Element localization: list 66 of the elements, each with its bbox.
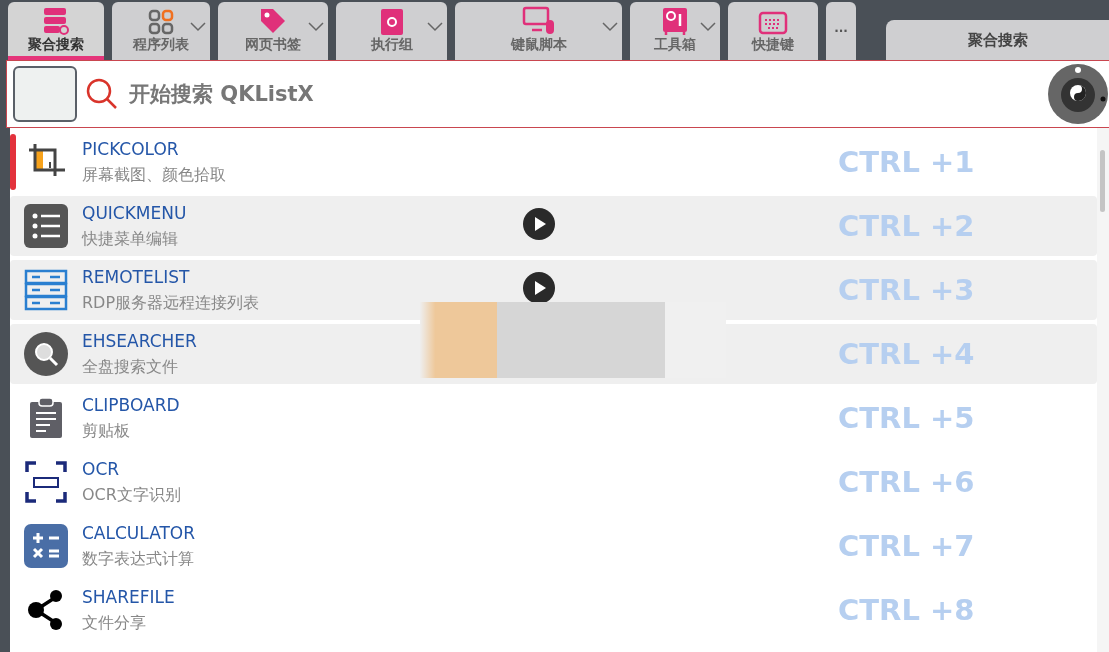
shortcut-key: CTRL +5 [562,401,1097,435]
tab[interactable]: 执行组 [336,2,447,60]
list-item[interactable]: OCR OCR文字识别 CTRL +6 [10,452,1097,512]
search-icon [85,77,119,111]
item-description: 全盘搜索文件 [82,356,179,378]
search-input[interactable]: 开始搜索 QKListX [127,81,1039,107]
caret-icon[interactable] [427,22,443,32]
shortcut-key: CTRL +1 [562,145,1097,179]
list-item[interactable]: PICKCOLOR 屏幕截图、颜色拾取 CTRL +1 [10,132,1097,192]
search-icon [24,332,68,376]
tab[interactable]: 程序列表 [112,2,210,60]
tab[interactable]: 快捷键 [728,2,818,60]
clipboard-icon [28,397,64,439]
list-item[interactable]: SHAREFILE 文件分享 CTRL +8 [10,580,1097,640]
shortcut-key: CTRL +7 [562,529,1097,563]
grid-icon [147,8,175,36]
caret-icon[interactable] [602,22,618,32]
item-name: SHAREFILE [82,586,176,607]
tab[interactable]: 聚合搜索 [8,2,104,60]
shortcut-key: CTRL +6 [562,465,1097,499]
item-description: 屏幕截图、颜色拾取 [82,164,227,186]
tag-icon [258,6,288,36]
list-item[interactable]: REMOTELIST RDP服务器远程连接列表 CTRL +3 [10,260,1097,320]
item-name: QUICKMENU [82,202,188,223]
item-description: OCR文字识别 [82,484,182,506]
item-name: CALCULATOR [82,522,197,543]
monitor-mouse-icon [521,6,556,36]
shortcut-key: CTRL +8 [562,593,1097,627]
item-description: RDP服务器远程连接列表 [82,292,261,314]
item-name: EHSEARCHER [82,330,198,351]
server-list-icon [24,269,68,311]
caret-icon[interactable] [308,22,324,32]
tab[interactable]: 键鼠脚本 [455,2,622,60]
play-icon[interactable] [522,271,556,305]
item-name: OCR [82,458,121,479]
item-description: 数字表达式计算 [82,548,195,570]
list-item[interactable]: CLIPBOARD 剪贴板 CTRL +5 [10,388,1097,448]
shortcut-key: CTRL +4 [562,337,1097,371]
preview-thumbnail [13,66,77,122]
safe-icon [661,6,689,36]
list-icon [24,204,68,248]
search-field[interactable]: 开始搜索 QKListX [6,60,1109,128]
item-name: PICKCOLOR [82,138,180,159]
item-description: 快捷菜单编辑 [82,228,179,250]
list-item[interactable]: QUICKMENU 快捷菜单编辑 CTRL +2 [10,196,1097,256]
item-name: REMOTELIST [82,266,191,287]
item-description: 文件分享 [82,612,147,634]
caret-icon[interactable] [700,22,716,32]
box-icon [378,8,405,36]
caret-icon[interactable] [190,22,206,32]
item-name: CLIPBOARD [82,394,181,415]
ocr-scan-icon [24,460,68,504]
tab[interactable]: 网页书签 [218,2,328,60]
shortcut-key: CTRL +2 [562,209,1097,243]
play-icon[interactable] [522,207,556,241]
more-button[interactable]: ··· [826,2,856,60]
calculator-icon [24,524,68,568]
panel-title: 聚合搜索 [886,20,1109,60]
list-item[interactable]: CALCULATOR 数字表达式计算 CTRL +7 [10,516,1097,576]
keyboard-icon [758,10,788,36]
scrollbar[interactable] [1097,128,1109,652]
tab[interactable]: 工具箱 [630,2,720,60]
yin-yang-logo-icon[interactable] [1047,63,1109,125]
shortcut-key: CTRL +3 [562,273,1097,307]
item-description: 剪贴板 [82,420,131,442]
server-icon [41,6,71,36]
